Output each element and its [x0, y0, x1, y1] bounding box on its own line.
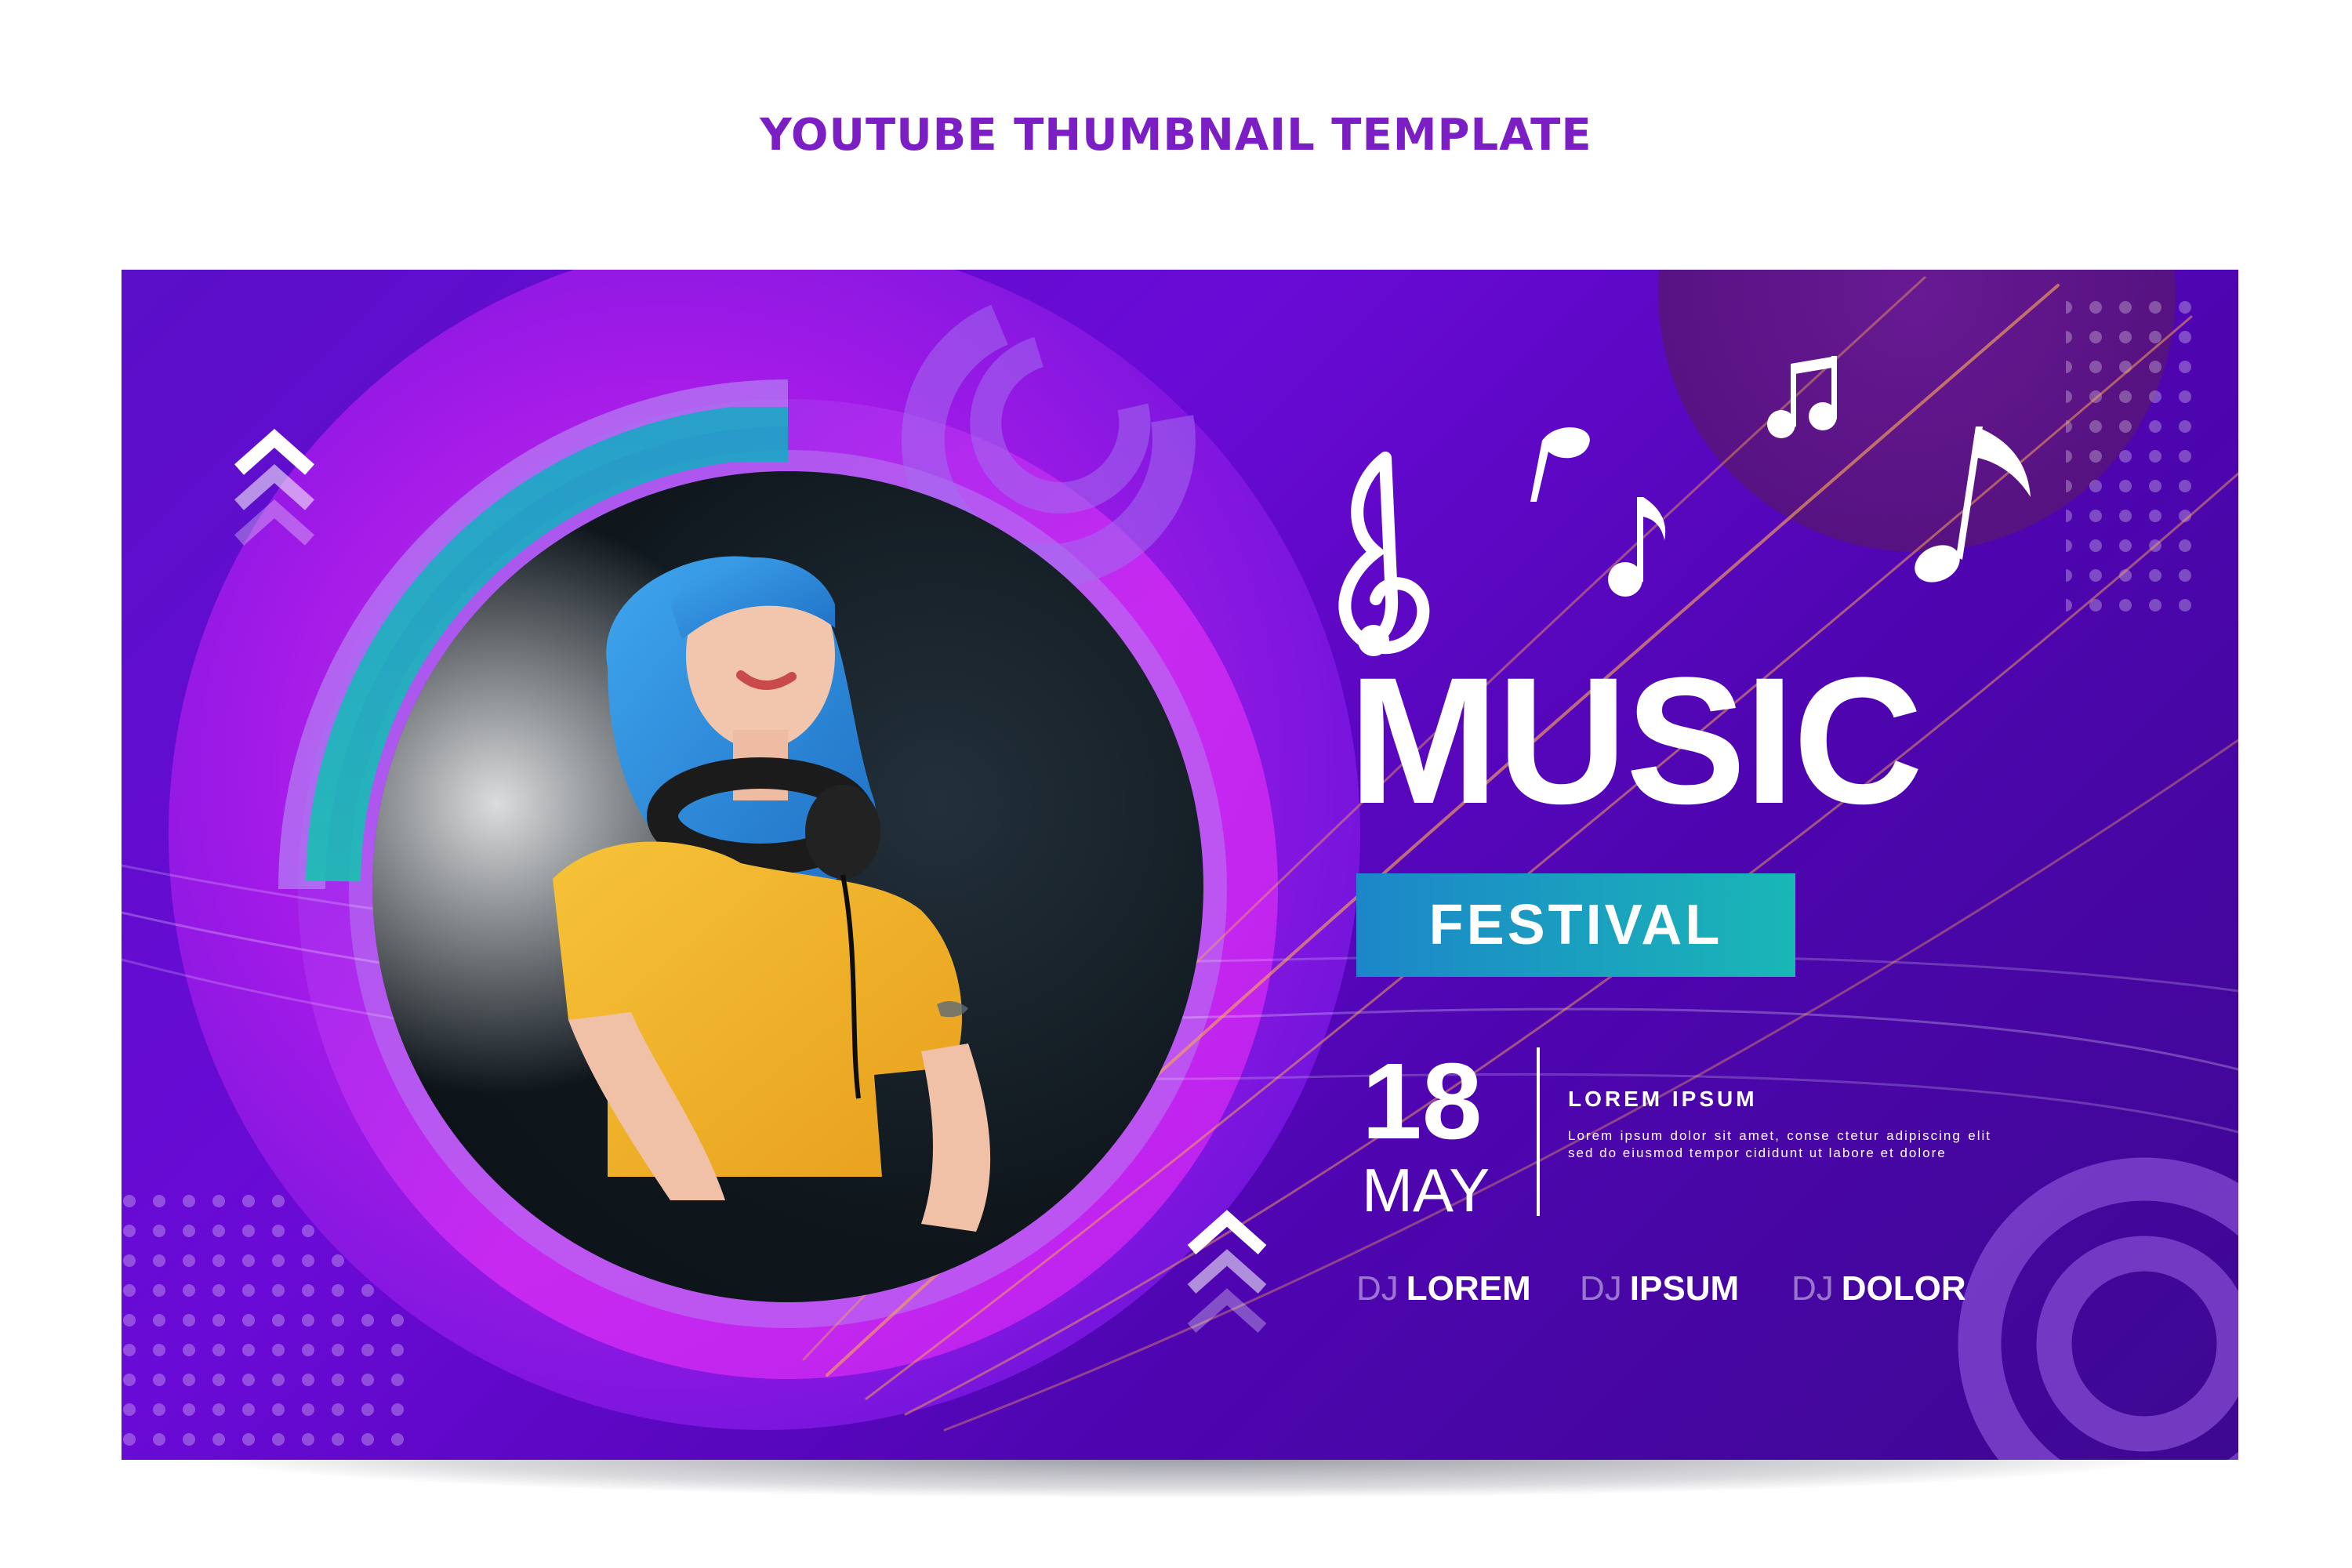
page-header: YOUTUBE THUMBNAIL TEMPLATE	[760, 110, 1592, 161]
dj-name: IPSUM	[1629, 1269, 1740, 1308]
dj-name: DOLOR	[1841, 1269, 1966, 1308]
info-body: Lorem ipsum dolor sit amet, conse ctetur…	[1568, 1128, 1991, 1160]
date-month: MAY	[1362, 1156, 1490, 1225]
date-day: 18	[1362, 1041, 1483, 1162]
headline: MUSIC	[1348, 640, 1923, 841]
subheadline-badge: FESTIVAL	[1356, 873, 1795, 977]
thumbnail-banner: MUSIC FESTIVAL 18 MAY LOREM IPSUM Lorem …	[122, 270, 2238, 1460]
dj-prefix: DJ	[1356, 1269, 1399, 1308]
dj-prefix: DJ	[1791, 1269, 1834, 1308]
lineup-item: DJ LOREM	[1356, 1265, 1531, 1312]
dj-photo	[372, 471, 1203, 1302]
dj-lineup: DJ LOREM DJ IPSUM DJ DOLOR	[1356, 1265, 2219, 1312]
date-divider	[1537, 1047, 1540, 1216]
info-title: LOREM IPSUM	[1568, 1087, 1758, 1111]
lineup-item: DJ IPSUM	[1580, 1265, 1739, 1312]
dj-name: LOREM	[1406, 1269, 1531, 1308]
subheadline-text: FESTIVAL	[1428, 894, 1723, 956]
dj-prefix: DJ	[1580, 1269, 1622, 1308]
lineup-item: DJ DOLOR	[1791, 1265, 1966, 1312]
